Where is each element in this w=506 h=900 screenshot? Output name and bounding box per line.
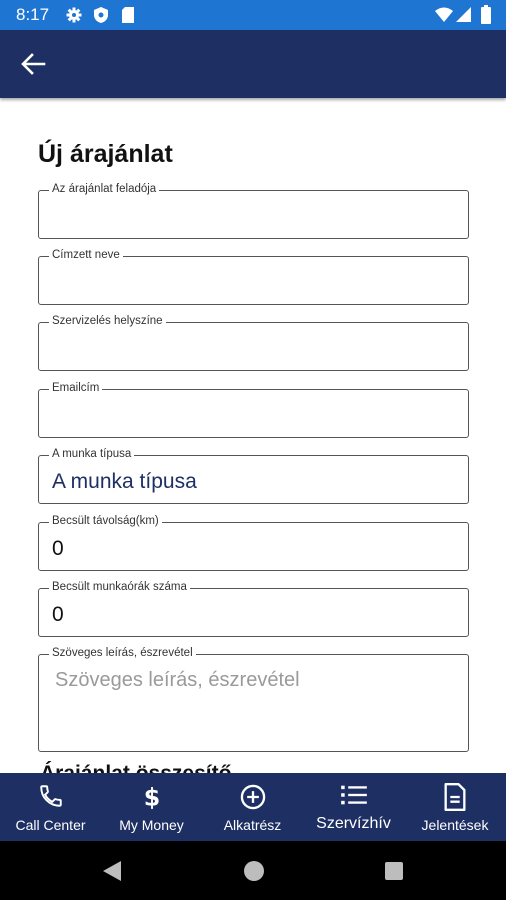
- sd-card-icon: [122, 7, 134, 23]
- field-label: Szervizelés helyszíne: [49, 315, 166, 327]
- battery-icon: [481, 5, 491, 24]
- nav-label: Jelentések: [421, 817, 489, 833]
- email-field[interactable]: Emailcím: [38, 382, 469, 438]
- arrow-back-icon: [21, 53, 46, 75]
- document-icon: [444, 783, 466, 811]
- field-label: Emailcím: [49, 382, 103, 394]
- summary-section-heading: Árajánlat összesítő: [40, 762, 231, 773]
- list-icon: [340, 785, 367, 805]
- distance-field[interactable]: Becsült távolság(km) 0: [38, 515, 469, 571]
- field-label: A munka típusa: [49, 448, 135, 460]
- nav-jelentesek[interactable]: Jelentések: [404, 773, 506, 841]
- sender-field[interactable]: Az árajánlat feladója: [38, 183, 469, 239]
- wifi-icon: [435, 7, 453, 22]
- form-content[interactable]: Új árajánlat Az árajánlat feladója Címze…: [0, 98, 506, 773]
- nav-my-money[interactable]: $ My Money: [101, 773, 202, 841]
- field-value: A munka típusa: [52, 470, 197, 493]
- nav-alkatresz[interactable]: Alkatrész: [202, 773, 303, 841]
- nav-label: My Money: [119, 817, 184, 833]
- app-bar: [0, 30, 506, 98]
- page-title: Új árajánlat: [38, 140, 173, 168]
- nav-label: Alkatrész: [223, 817, 282, 833]
- dollar-icon: $: [143, 784, 159, 811]
- recents-square-icon[interactable]: [384, 861, 404, 881]
- work-type-field[interactable]: A munka típusa A munka típusa: [38, 448, 469, 504]
- recipient-name-field[interactable]: Címzett neve: [38, 249, 469, 305]
- nav-label: Call Center: [15, 817, 86, 833]
- field-value: 0: [52, 537, 64, 560]
- home-circle-icon[interactable]: [243, 860, 265, 882]
- work-hours-field[interactable]: Becsült munkaórák száma 0: [38, 581, 469, 637]
- field-label: Becsült munkaórák száma: [49, 581, 190, 593]
- svg-text:$: $: [143, 784, 159, 811]
- add-circle-icon: [240, 784, 265, 810]
- field-label: Címzett neve: [49, 249, 123, 261]
- bottom-nav: Call Center $ My Money Alkatrész Szervíz…: [0, 773, 506, 841]
- nav-call-center[interactable]: Call Center: [0, 773, 101, 841]
- nav-szervizhiv[interactable]: Szervízhív: [303, 773, 404, 841]
- service-location-field[interactable]: Szervizelés helyszíne: [38, 315, 469, 371]
- status-time: 8:17: [16, 5, 50, 24]
- field-label: Szöveges leírás, észrevétel: [49, 647, 196, 659]
- status-bar: 8:17: [0, 0, 506, 30]
- field-label: Az árajánlat feladója: [49, 183, 160, 195]
- settings-icon: [66, 7, 82, 23]
- nav-label: Szervízhív: [316, 815, 391, 832]
- field-value: 0: [52, 603, 64, 626]
- shield-icon: [94, 7, 108, 23]
- signal-icon: [456, 7, 471, 22]
- system-nav-bar: [0, 841, 506, 900]
- back-button[interactable]: [14, 46, 52, 82]
- back-triangle-icon[interactable]: [101, 860, 123, 882]
- phone-icon: [39, 785, 62, 807]
- field-placeholder: Szöveges leírás, észrevétel: [55, 669, 300, 691]
- description-textarea[interactable]: Szöveges leírás, észrevétel Szöveges leí…: [38, 647, 469, 752]
- field-label: Becsült távolság(km): [49, 515, 162, 527]
